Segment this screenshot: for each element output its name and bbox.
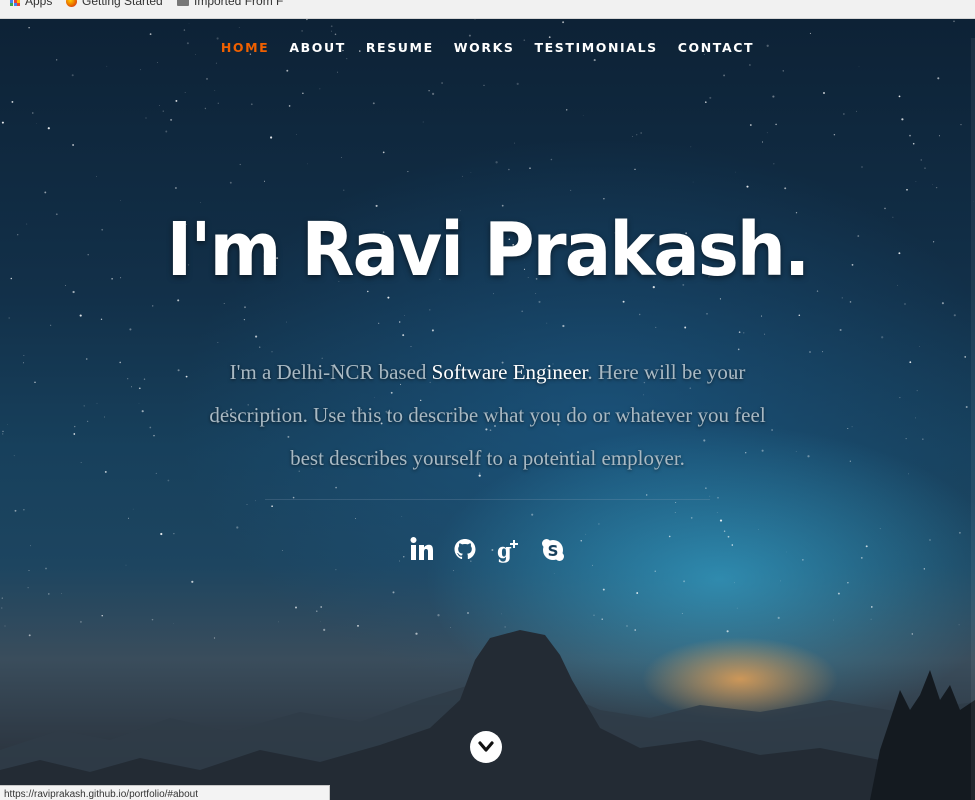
skype-link[interactable]: S [540,533,566,567]
description-role: Software Engineer [431,360,588,384]
github-link[interactable] [452,533,478,567]
mountain-silhouette [0,630,975,800]
nav-resume[interactable]: RESUME [366,40,434,55]
google-plus-icon: g [497,538,518,563]
bookmarks-bar: Apps Getting Started Imported From F [0,0,975,19]
nav-testimonials[interactable]: TESTIMONIALS [534,40,657,55]
linkedin-link[interactable] [408,533,434,567]
description-intro: I'm a Delhi-NCR based [229,360,432,384]
hero-section: HOME ABOUT RESUME WORKS TESTIMONIALS CON… [0,19,975,800]
nav-works[interactable]: WORKS [454,40,515,55]
skype-icon: S [542,539,564,561]
hero-description: I'm a Delhi-NCR based Software Engineer.… [205,351,770,480]
scroll-down-button[interactable] [470,731,502,763]
status-bar-url: https://raviprakash.github.io/portfolio/… [0,785,330,800]
bookmark-imported-label: Imported From F [194,0,284,8]
hero-headline: I'm Ravi Prakash. [166,207,811,293]
github-icon [454,539,476,560]
google-plus-link[interactable]: g [496,533,522,567]
page-scrollbar[interactable] [971,38,975,800]
hero-divider [265,499,710,500]
nav-home[interactable]: HOME [221,40,269,55]
bookmark-apps-label: Apps [25,0,53,8]
bookmark-getting-started[interactable]: Getting Started [66,0,163,8]
apps-grid-icon [10,0,20,6]
svg-text:g: g [497,538,512,563]
linkedin-icon [410,537,433,560]
social-links: g S [408,533,566,567]
bookmark-getting-started-label: Getting Started [82,0,163,8]
bookmark-apps[interactable]: Apps [10,0,52,8]
main-nav: HOME ABOUT RESUME WORKS TESTIMONIALS CON… [0,40,975,55]
chevron-down-icon [478,741,494,752]
firefox-icon [66,0,77,7]
folder-icon [177,0,189,6]
nav-about[interactable]: ABOUT [289,40,346,55]
bookmark-imported[interactable]: Imported From F [177,0,283,8]
nav-contact[interactable]: CONTACT [678,40,754,55]
svg-text:S: S [548,542,559,560]
